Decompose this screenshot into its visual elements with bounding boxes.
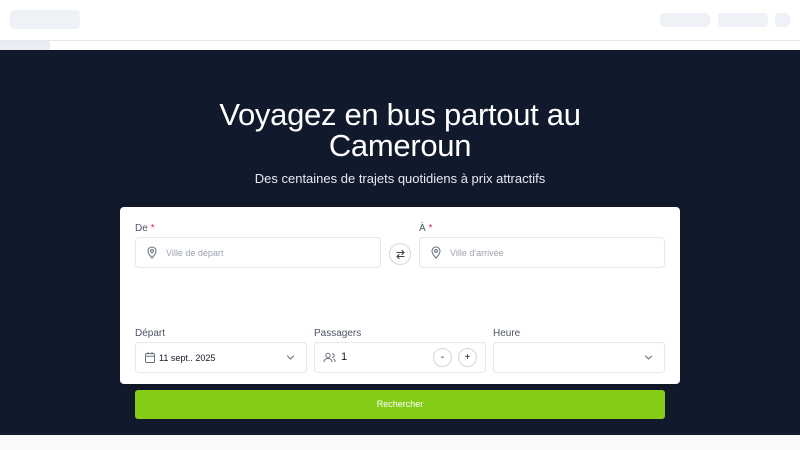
- top-navigation-bar: [0, 0, 800, 41]
- to-label: À *: [419, 223, 433, 235]
- hero-subtitle: Des centaines de trajets quotidiens à pr…: [254, 171, 546, 186]
- departure-date-field[interactable]: 11 sept.. 2025: [135, 342, 307, 373]
- time-label: Heure: [493, 328, 521, 339]
- loading-placeholder: [0, 41, 50, 50]
- from-label: De *: [135, 223, 155, 235]
- passengers-label: Passagers: [314, 328, 362, 339]
- map-pin-icon: [147, 246, 157, 259]
- departure-date-value: 11 sept.. 2025: [159, 353, 216, 363]
- from-city-placeholder: Ville de départ: [166, 248, 224, 258]
- hero-title: Voyagez en bus partout au Cameroun: [219, 97, 581, 163]
- departure-label: Départ: [135, 328, 166, 339]
- hero-section: Voyagez en bus partout au Cameroun Des c…: [0, 50, 800, 435]
- swap-arrows-icon: [395, 249, 405, 259]
- search-button[interactable]: Rechercher: [135, 390, 665, 419]
- to-city-field[interactable]: Ville d'arrivée: [419, 237, 665, 268]
- passengers-field: 1 - +: [314, 342, 486, 373]
- increment-passengers-button[interactable]: +: [458, 348, 477, 367]
- page-content-start: [0, 435, 800, 450]
- to-city-placeholder: Ville d'arrivée: [450, 248, 504, 258]
- chevron-down-icon: [644, 355, 653, 360]
- from-label-text: De: [135, 223, 148, 234]
- logo-placeholder[interactable]: [10, 10, 80, 29]
- swap-cities-button[interactable]: [389, 243, 411, 265]
- nav-link-placeholder[interactable]: [718, 13, 768, 27]
- decrement-passengers-button[interactable]: -: [433, 348, 452, 367]
- map-pin-icon: [431, 246, 441, 259]
- calendar-icon: [145, 352, 155, 363]
- search-card: De * Ville de départ À * Ville d'arrivée…: [120, 207, 680, 419]
- to-label-text: À: [419, 223, 426, 234]
- required-mark: *: [428, 223, 433, 234]
- users-icon: [323, 352, 336, 363]
- chevron-down-icon: [286, 355, 295, 360]
- nav-link-placeholder[interactable]: [660, 13, 710, 27]
- required-mark: *: [150, 223, 155, 234]
- passenger-count[interactable]: 1: [341, 350, 347, 364]
- from-city-field[interactable]: Ville de départ: [135, 237, 381, 268]
- menu-button-placeholder[interactable]: [775, 13, 790, 27]
- time-select[interactable]: [493, 342, 665, 373]
